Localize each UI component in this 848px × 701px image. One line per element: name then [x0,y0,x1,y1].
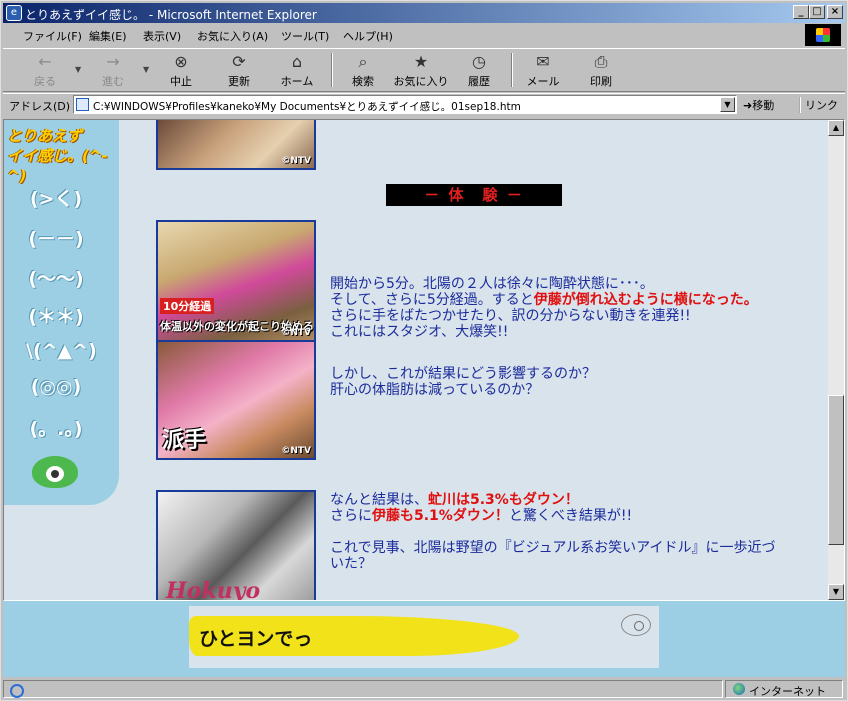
address-dropdown-icon[interactable]: ▼ [720,97,735,112]
address-label: アドレス(D) [9,100,71,113]
scroll-thumb[interactable] [828,395,844,545]
nav-face-5[interactable]: \(^▲^) [26,340,97,362]
back-button[interactable]: ← 戻る [17,51,73,91]
favorites-icon: ★ [413,52,429,71]
mail-icon: ✉ [536,52,550,71]
back-arrow-icon: ← [38,52,52,71]
links-button[interactable]: リンク [799,97,838,113]
window-title: とりあえずイイ感じ。 - Microsoft Internet Explorer [25,8,317,22]
menu-file[interactable]: ファイル(F) [23,28,82,44]
status-bar: インターネット [3,679,845,699]
home-button[interactable]: ⌂ ホーム [269,51,325,91]
home-icon: ⌂ [291,52,303,71]
history-button[interactable]: ◷ 履歴 [451,51,507,91]
ie-page-icon [10,684,24,698]
toolbar-separator [511,53,513,87]
paragraph-1: 開始から5分。北陽の２人は徐々に陶酔状態に･･･。 そして、さらに5分経過。する… [330,276,758,340]
menu-edit[interactable]: 編集(E) [89,28,127,44]
stop-icon: ⊗ [174,52,188,71]
print-button[interactable]: ⎙ 印刷 [573,51,629,91]
section-heading: － 体 験 － [386,184,562,206]
refresh-icon: ⟳ [232,52,246,71]
nav-face-7[interactable]: (。.。) [26,414,86,441]
menu-favorites[interactable]: お気に入り(A) [197,28,268,44]
page-icon [76,98,89,111]
zone-label: インターネット [749,685,826,698]
banner-text: ひとヨンでっ [199,628,313,650]
site-logo[interactable]: とりあえず イイ感じ。(^-^) [7,126,115,185]
page-viewport: とりあえず イイ感じ。(^-^) (>く) (－－) (～～) (＊＊) \(^… [3,119,845,601]
top-photo: ©NTV [156,120,316,170]
refresh-button[interactable]: ⟳ 更新 [211,51,267,91]
search-icon: ⌕ [358,52,368,71]
photo-hade: 派手 ©NTV [156,340,316,460]
nav-face-6[interactable]: (◎◎) [26,376,86,398]
menu-help[interactable]: ヘルプ(H) [343,28,393,44]
address-url[interactable]: C:¥WINDOWS¥Profiles¥kaneko¥My Documents¥… [93,99,521,114]
banner[interactable]: ひとヨンでっ [189,606,659,668]
paragraph-3: なんと結果は、虻川は5.3%もダウン！ さらに伊藤も5.1%ダウン！と驚くべき結… [330,492,776,572]
nav-face-4[interactable]: (＊＊) [26,302,86,329]
print-icon: ⎙ [594,52,608,71]
forward-dropdown-icon[interactable]: ▼ [143,65,149,74]
sidebar-nav: とりあえず イイ感じ。(^-^) (>く) (－－) (～～) (＊＊) \(^… [4,120,119,505]
vertical-scrollbar[interactable]: ▲ ▼ [828,120,844,600]
stop-button[interactable]: ⊗ 中止 [153,51,209,91]
ie-icon: e [6,5,22,21]
address-bar: アドレス(D) C:¥WINDOWS¥Profiles¥kaneko¥My Do… [3,93,845,115]
favorites-button[interactable]: ★ お気に入り [393,51,449,91]
windows-logo [805,24,841,46]
nav-face-2[interactable]: (－－) [26,224,86,251]
photo-10min: 10分経過 体温以外の変化が起こり始める ©NTV [156,220,316,342]
go-button[interactable]: ➜移動 [743,97,774,113]
browser-window: e とりあえずイイ感じ。 - Microsoft Internet Explor… [0,0,848,701]
history-icon: ◷ [472,52,486,71]
menu-bar: ファイル(F) 編集(E) 表示(V) お気に入り(A) ツール(T) ヘルプ(… [3,25,803,45]
forward-arrow-icon: → [106,52,120,71]
close-button[interactable]: × [827,5,843,19]
nav-face-1[interactable]: (>く) [26,184,86,211]
pig-mascot-icon[interactable] [32,456,78,488]
photo-hokuyo: Hokuyo [156,490,316,600]
paragraph-2: しかし、これが結果にどう影響するのか？ 肝心の体脂肪は減っているのか？ [330,366,596,398]
scroll-down-icon[interactable]: ▼ [828,584,844,600]
toolbar-separator [331,53,333,87]
title-bar: e とりあえずイイ感じ。 - Microsoft Internet Explor… [3,3,845,23]
maximize-button[interactable]: □ [809,5,825,19]
bottom-frame: ひとヨンでっ [3,601,845,677]
menu-tools[interactable]: ツール(T) [281,28,329,44]
mail-button[interactable]: ✉ メール [515,51,571,91]
status-main-pane [3,680,723,698]
pig-outline-icon [621,614,651,636]
menu-view[interactable]: 表示(V) [143,28,181,44]
scroll-up-icon[interactable]: ▲ [828,120,844,136]
toolbar: ← 戻る ▼ → 進む ▼ ⊗ 中止 ⟳ 更新 ⌂ ホーム ⌕ 検索 ★ お気に… [3,48,845,92]
address-input[interactable]: C:¥WINDOWS¥Profiles¥kaneko¥My Documents¥… [73,95,737,114]
minimize-button[interactable]: _ [793,5,809,19]
search-button[interactable]: ⌕ 検索 [335,51,391,91]
nav-face-3[interactable]: (～～) [26,264,86,291]
forward-button[interactable]: → 進む [85,51,141,91]
back-dropdown-icon[interactable]: ▼ [75,65,81,74]
globe-icon [733,683,745,695]
